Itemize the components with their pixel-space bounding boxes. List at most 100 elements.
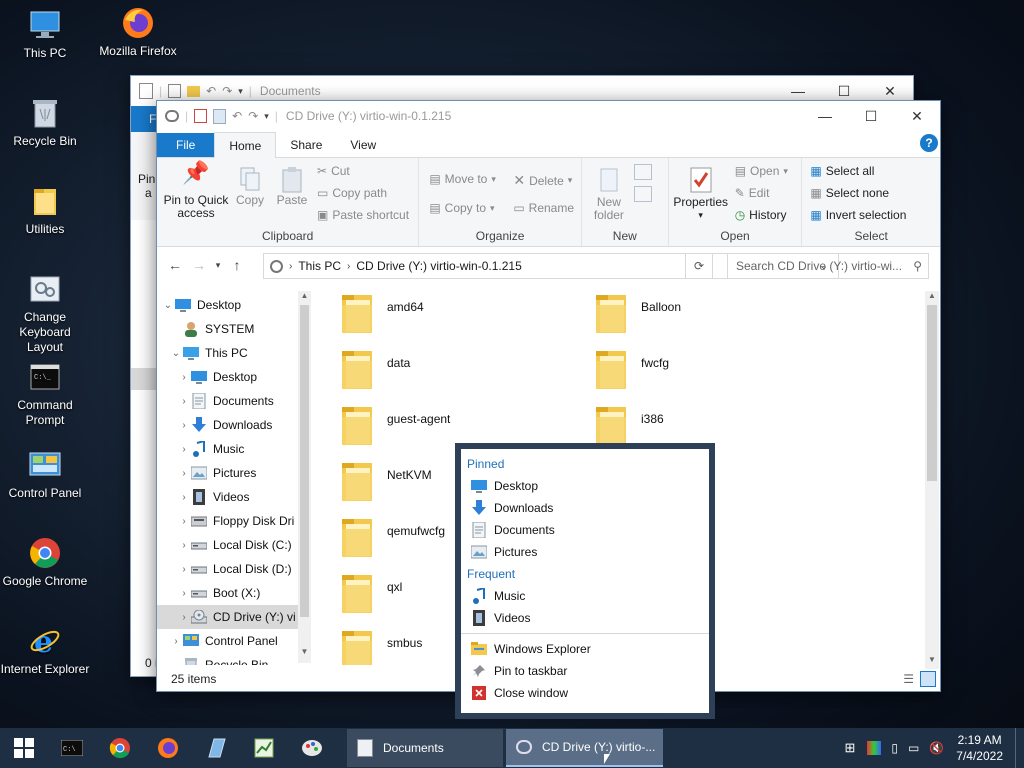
- properties-icon[interactable]: [194, 109, 208, 123]
- undo-icon[interactable]: ↶: [206, 84, 216, 98]
- taskbar-cmd[interactable]: C:\: [48, 728, 96, 768]
- new-folder-button[interactable]: New folder: [590, 166, 628, 222]
- usb-icon[interactable]: ▯: [891, 741, 898, 755]
- folder-item[interactable]: fwcfg: [595, 347, 669, 391]
- nav-item[interactable]: › Pictures: [157, 461, 311, 485]
- nav-item[interactable]: › Videos: [157, 485, 311, 509]
- delete-button[interactable]: ✕ Delete ▾: [513, 172, 572, 189]
- nav-item[interactable]: › CD Drive (Y:) vi: [157, 605, 311, 629]
- scroll-thumb[interactable]: [300, 305, 309, 617]
- nav-scrollbar[interactable]: ▲ ▼: [298, 291, 311, 663]
- chevron-right-icon[interactable]: ›: [177, 396, 191, 407]
- redo-icon[interactable]: ↷: [222, 84, 232, 98]
- cut-button[interactable]: ✂ Cut: [317, 164, 350, 178]
- scroll-down-icon[interactable]: ▼: [298, 647, 311, 661]
- copy-path-button[interactable]: ▭ Copy path: [317, 186, 387, 200]
- folder-item[interactable]: i386: [595, 403, 664, 447]
- nav-item[interactable]: › Documents: [157, 389, 311, 413]
- folder-item[interactable]: smbus: [341, 627, 422, 665]
- notifications-icon[interactable]: [1015, 728, 1020, 768]
- desktop-icon-chrome[interactable]: Google Chrome: [0, 536, 90, 589]
- clock[interactable]: 2:19 AM 7/4/2022: [956, 732, 1003, 764]
- details-view-icon[interactable]: ☰: [903, 672, 914, 686]
- nav-item[interactable]: › Music: [157, 437, 311, 461]
- nav-item[interactable]: SYSTEM: [157, 317, 311, 341]
- nav-item[interactable]: › Control Panel: [157, 629, 311, 653]
- chevron-down-icon[interactable]: ⌄: [169, 348, 183, 359]
- folder-item[interactable]: data: [341, 347, 410, 391]
- chevron-right-icon[interactable]: ›: [177, 516, 191, 527]
- refresh-button[interactable]: ⟳: [685, 253, 713, 279]
- search-input[interactable]: Search CD Drive (Y:) virtio-wi...: [736, 259, 913, 273]
- easy-access-icon[interactable]: [633, 186, 652, 202]
- close-button[interactable]: ✕: [894, 101, 940, 131]
- desktop-icon-ie[interactable]: e Internet Explorer: [0, 624, 90, 677]
- chevron-right-icon[interactable]: ›: [177, 588, 191, 599]
- folder-icon[interactable]: [187, 85, 201, 97]
- desktop-icon-control-panel[interactable]: Control Panel: [0, 448, 90, 501]
- desktop-icon-keyboard-layout[interactable]: Change Keyboard Layout: [0, 272, 90, 355]
- jumplist-action-item[interactable]: Windows Explorer: [461, 638, 709, 660]
- large-icons-view-icon[interactable]: [920, 671, 936, 687]
- content-scrollbar[interactable]: ▲ ▼: [925, 291, 939, 669]
- scroll-thumb[interactable]: [927, 305, 937, 481]
- jumplist-pinned-item[interactable]: Downloads: [461, 497, 709, 519]
- chevron-down-icon[interactable]: ⌄: [161, 300, 175, 311]
- jumplist-pinned-item[interactable]: Pictures: [461, 541, 709, 563]
- nav-item[interactable]: Recycle Bin: [157, 653, 311, 665]
- chevron-down-icon[interactable]: ▾: [264, 111, 269, 122]
- new-item-icon[interactable]: [633, 164, 652, 180]
- paste-button[interactable]: Paste: [273, 166, 311, 207]
- properties-button[interactable]: Properties ▾: [671, 166, 731, 222]
- chevron-right-icon[interactable]: ›: [177, 612, 191, 623]
- chevron-down-icon[interactable]: ▾: [238, 86, 243, 97]
- properties-icon[interactable]: [168, 84, 182, 98]
- undo-icon[interactable]: ↶: [232, 109, 242, 123]
- nav-item[interactable]: › Desktop: [157, 365, 311, 389]
- scroll-up-icon[interactable]: ▲: [925, 291, 939, 305]
- up-button[interactable]: ↑: [225, 257, 249, 273]
- select-all-button[interactable]: ▦ Select all: [810, 164, 874, 178]
- folder-item[interactable]: Balloon: [595, 291, 681, 335]
- jumplist-action-item[interactable]: Close window: [461, 682, 709, 704]
- back-button[interactable]: ←: [163, 257, 187, 273]
- desktop-icon-utilities[interactable]: Utilities: [0, 184, 90, 237]
- edit-button[interactable]: ✎ Edit: [735, 186, 770, 200]
- desktop-icon-command-prompt[interactable]: C:\_ Command Prompt: [0, 360, 90, 428]
- search-box[interactable]: Search CD Drive (Y:) virtio-wi... ⚲: [727, 253, 929, 279]
- chevron-right-icon[interactable]: ›: [169, 636, 183, 647]
- nav-item[interactable]: › Floppy Disk Dri: [157, 509, 311, 533]
- desktop-icon-recycle-bin[interactable]: Recycle Bin: [0, 96, 90, 149]
- recent-locations-button[interactable]: ▾: [211, 260, 225, 271]
- desktop-icon-firefox[interactable]: Mozilla Firefox: [93, 6, 183, 59]
- paste-shortcut-button[interactable]: ▣ Paste shortcut: [317, 208, 409, 222]
- nav-item[interactable]: ⌄ Desktop: [157, 293, 311, 317]
- explorer-titlebar[interactable]: | ↶ ↷ ▾ | CD Drive (Y:) virtio-win-0.1.2…: [157, 101, 940, 131]
- jumplist-frequent-item[interactable]: Videos: [461, 607, 709, 629]
- tab-home[interactable]: Home: [214, 132, 277, 158]
- jumplist-frequent-item[interactable]: Music: [461, 585, 709, 607]
- copy-button[interactable]: Copy: [231, 166, 269, 207]
- folder-item[interactable]: qxl: [341, 571, 402, 615]
- volume-muted-icon[interactable]: 🔇: [929, 741, 944, 755]
- taskbar-app-3[interactable]: [288, 728, 336, 768]
- navigation-pane[interactable]: ⌄ Desktop SYSTEM ⌄ This PC › Desktop › Documents…: [157, 285, 311, 665]
- folder-item[interactable]: amd64: [341, 291, 424, 335]
- desktop-icon-this-pc[interactable]: This PC: [0, 8, 90, 61]
- taskbar-app-1[interactable]: [192, 728, 240, 768]
- select-none-button[interactable]: ▦ Select none: [810, 186, 889, 200]
- nav-item[interactable]: › Local Disk (C:): [157, 533, 311, 557]
- tab-share[interactable]: Share: [276, 133, 336, 157]
- taskbar-documents-window[interactable]: Documents: [347, 729, 503, 767]
- network-icon[interactable]: ⊞: [844, 740, 855, 756]
- breadcrumb-this-pc[interactable]: This PC: [298, 259, 341, 273]
- jumplist-pinned-item[interactable]: Desktop: [461, 475, 709, 497]
- taskbar-chrome[interactable]: [96, 728, 144, 768]
- file-tab[interactable]: F: [131, 106, 157, 132]
- jumplist-action-item[interactable]: Pin to taskbar: [461, 660, 709, 682]
- chevron-right-icon[interactable]: ›: [177, 372, 191, 383]
- taskbar-firefox[interactable]: [144, 728, 192, 768]
- chevron-right-icon[interactable]: ›: [177, 540, 191, 551]
- chevron-right-icon[interactable]: ›: [177, 564, 191, 575]
- scroll-up-icon[interactable]: ▲: [298, 291, 311, 305]
